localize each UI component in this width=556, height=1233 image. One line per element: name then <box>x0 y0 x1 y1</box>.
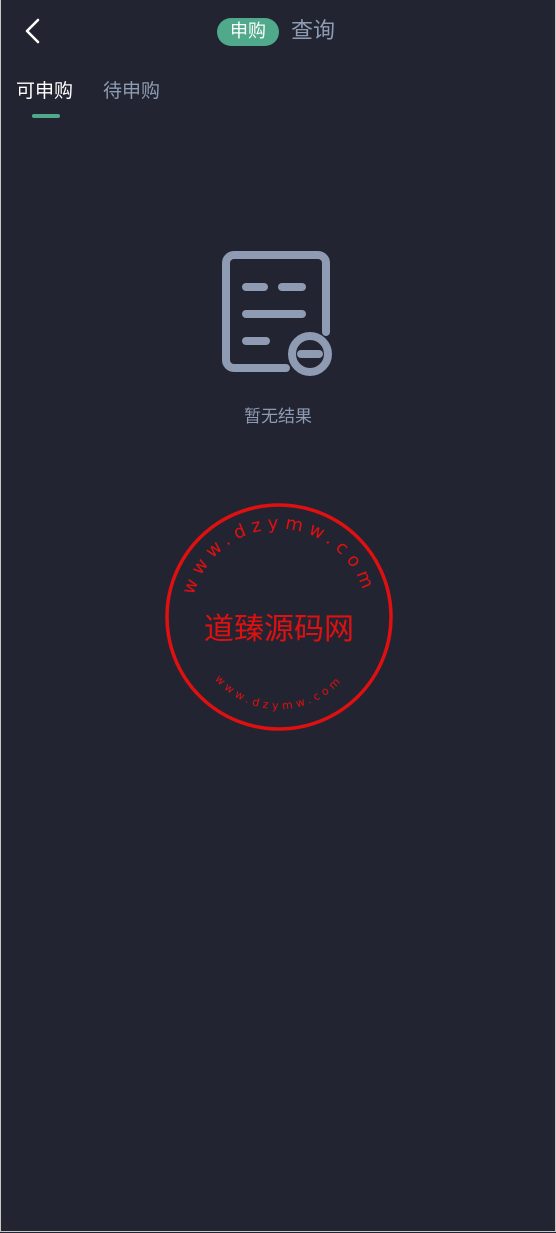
tab-pending[interactable]: 待申购 <box>103 78 160 120</box>
svg-text:www.dzymw.com: www.dzymw.com <box>178 513 380 597</box>
watermark-lower-ring-text: www.dzymw.com <box>212 672 341 712</box>
chevron-left-icon <box>25 18 40 44</box>
tab-bar: 可申购 待申购 <box>16 78 190 120</box>
empty-state: 暂无结果 <box>0 250 556 427</box>
active-tab-indicator <box>32 114 60 118</box>
segmented-control: 申购 查询 <box>217 18 335 46</box>
document-minus-icon <box>222 251 332 376</box>
header: 申购 查询 <box>0 0 556 64</box>
watermark-center-text: 道臻源码网 <box>204 612 354 647</box>
back-button[interactable] <box>18 14 50 48</box>
segment-query[interactable]: 查询 <box>291 18 335 46</box>
watermark-upper-ring-text: www.dzymw.com <box>178 513 374 597</box>
watermark-stamp: www.dzymw.com 道臻源码网 www.dzymw.com <box>163 501 395 733</box>
svg-text:www.dzymw.com: www.dzymw.com <box>212 672 345 712</box>
watermark-seal: www.dzymw.com 道臻源码网 www.dzymw.com <box>165 503 393 731</box>
empty-state-text: 暂无结果 <box>244 407 312 427</box>
segment-subscribe[interactable]: 申购 <box>217 18 279 46</box>
